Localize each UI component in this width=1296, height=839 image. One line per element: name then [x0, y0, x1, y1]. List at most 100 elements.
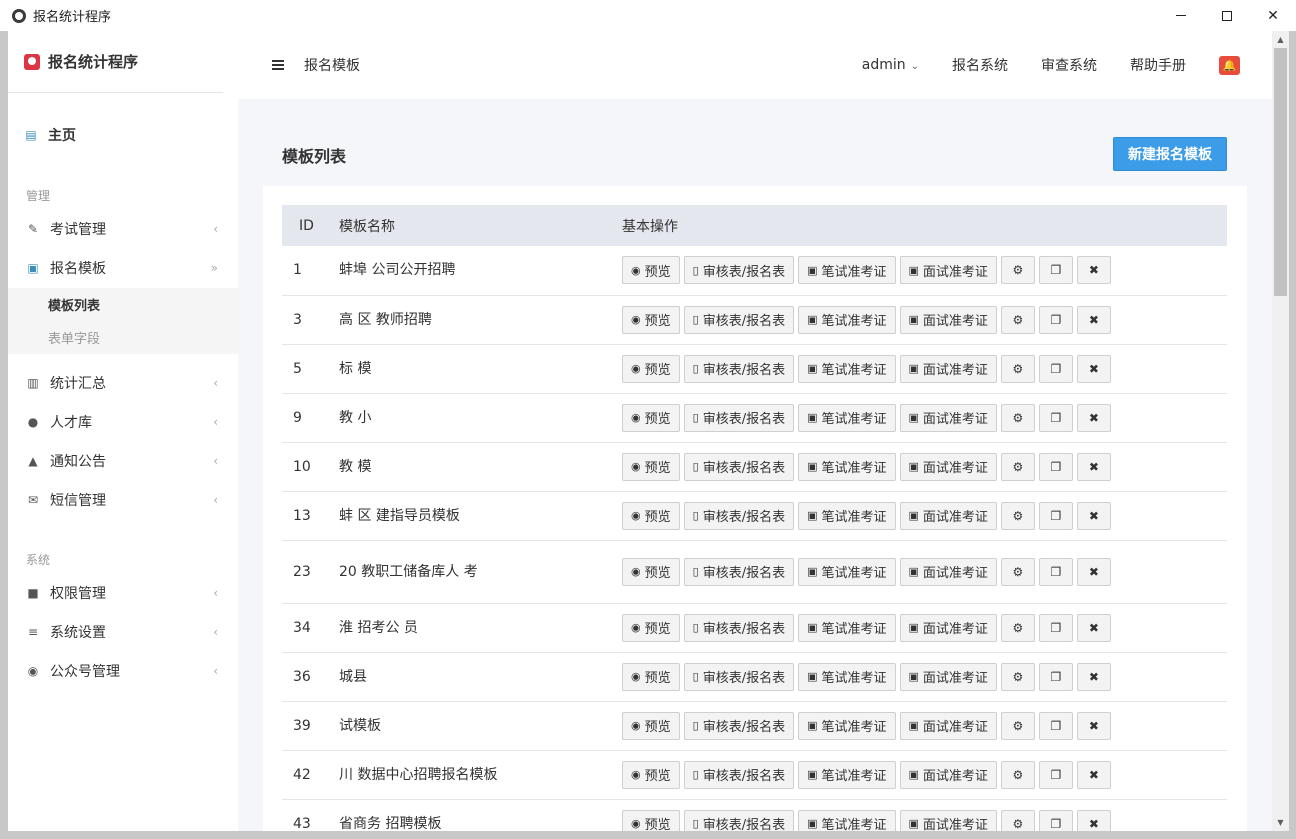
- settings-button[interactable]: ⚙: [1000, 305, 1035, 334]
- settings-button[interactable]: ⚙: [1000, 711, 1035, 740]
- copy-button[interactable]: ❐: [1038, 354, 1073, 383]
- interview-ticket-button[interactable]: ▣ 面试准考证: [899, 662, 997, 691]
- delete-button[interactable]: ✖: [1076, 557, 1111, 586]
- preview-button[interactable]: ◉ 预览: [622, 256, 680, 285]
- copy-button[interactable]: ❐: [1038, 809, 1073, 831]
- delete-button[interactable]: ✖: [1076, 354, 1111, 383]
- user-menu[interactable]: admin ⌄: [862, 57, 919, 73]
- preview-button[interactable]: ◉ 预览: [622, 501, 680, 530]
- delete-button[interactable]: ✖: [1076, 760, 1111, 789]
- preview-button[interactable]: ◉ 预览: [622, 662, 680, 691]
- vertical-scrollbar[interactable]: ▲ ▼: [1272, 31, 1289, 831]
- copy-button[interactable]: ❐: [1038, 557, 1073, 586]
- hamburger-menu-icon[interactable]: [272, 60, 284, 70]
- delete-button[interactable]: ✖: [1076, 662, 1111, 691]
- written-ticket-button[interactable]: ▣ 笔试准考证: [798, 305, 896, 334]
- delete-button[interactable]: ✖: [1076, 809, 1111, 831]
- interview-ticket-button[interactable]: ▣ 面试准考证: [899, 403, 997, 432]
- settings-button[interactable]: ⚙: [1000, 501, 1035, 530]
- audit-form-button[interactable]: ▯ 审核表/报名表: [683, 305, 795, 334]
- sidebar-item-sms[interactable]: ✉ 短信管理 ‹: [8, 480, 238, 519]
- scrollbar-thumb[interactable]: [1274, 48, 1287, 296]
- sidebar-item-wechat[interactable]: ◉ 公众号管理 ‹: [8, 651, 238, 690]
- preview-button[interactable]: ◉ 预览: [622, 452, 680, 481]
- settings-button[interactable]: ⚙: [1000, 452, 1035, 481]
- interview-ticket-button[interactable]: ▣ 面试准考证: [899, 711, 997, 740]
- written-ticket-button[interactable]: ▣ 笔试准考证: [798, 760, 896, 789]
- sidebar-item-permission[interactable]: ■ 权限管理 ‹: [8, 573, 238, 612]
- audit-form-button[interactable]: ▯ 审核表/报名表: [683, 662, 795, 691]
- settings-button[interactable]: ⚙: [1000, 613, 1035, 642]
- preview-button[interactable]: ◉ 预览: [622, 613, 680, 642]
- copy-button[interactable]: ❐: [1038, 452, 1073, 481]
- copy-button[interactable]: ❐: [1038, 403, 1073, 432]
- audit-form-button[interactable]: ▯ 审核表/报名表: [683, 452, 795, 481]
- sidebar-item-settings[interactable]: ≡ 系统设置 ‹: [8, 612, 238, 651]
- delete-button[interactable]: ✖: [1076, 613, 1111, 642]
- copy-button[interactable]: ❐: [1038, 760, 1073, 789]
- sidebar-item-exam[interactable]: ✎ 考试管理 ‹: [8, 209, 238, 248]
- audit-form-button[interactable]: ▯ 审核表/报名表: [683, 613, 795, 642]
- written-ticket-button[interactable]: ▣ 笔试准考证: [798, 403, 896, 432]
- written-ticket-button[interactable]: ▣ 笔试准考证: [798, 354, 896, 383]
- sidebar-subitem-template-list[interactable]: 模板列表: [8, 288, 238, 321]
- sidebar-item-template[interactable]: ▣ 报名模板 »: [8, 248, 238, 287]
- notification-bell-icon[interactable]: 🔔: [1219, 55, 1240, 75]
- settings-button[interactable]: ⚙: [1000, 403, 1035, 432]
- settings-button[interactable]: ⚙: [1000, 256, 1035, 285]
- link-signup-system[interactable]: 报名系统: [952, 55, 1008, 75]
- interview-ticket-button[interactable]: ▣ 面试准考证: [899, 809, 997, 831]
- copy-button[interactable]: ❐: [1038, 662, 1073, 691]
- maximize-button[interactable]: [1204, 0, 1250, 31]
- sidebar-subitem-form-fields[interactable]: 表单字段: [8, 321, 238, 354]
- written-ticket-button[interactable]: ▣ 笔试准考证: [798, 662, 896, 691]
- delete-button[interactable]: ✖: [1076, 501, 1111, 530]
- audit-form-button[interactable]: ▯ 审核表/报名表: [683, 557, 795, 586]
- audit-form-button[interactable]: ▯ 审核表/报名表: [683, 711, 795, 740]
- interview-ticket-button[interactable]: ▣ 面试准考证: [899, 501, 997, 530]
- settings-button[interactable]: ⚙: [1000, 809, 1035, 831]
- audit-form-button[interactable]: ▯ 审核表/报名表: [683, 354, 795, 383]
- delete-button[interactable]: ✖: [1076, 256, 1111, 285]
- sidebar-item-stats[interactable]: ▥ 统计汇总 ‹: [8, 363, 238, 402]
- interview-ticket-button[interactable]: ▣ 面试准考证: [899, 557, 997, 586]
- written-ticket-button[interactable]: ▣ 笔试准考证: [798, 452, 896, 481]
- preview-button[interactable]: ◉ 预览: [622, 354, 680, 383]
- audit-form-button[interactable]: ▯ 审核表/报名表: [683, 256, 795, 285]
- link-review-system[interactable]: 审查系统: [1041, 55, 1097, 75]
- settings-button[interactable]: ⚙: [1000, 354, 1035, 383]
- minimize-button[interactable]: [1158, 0, 1204, 31]
- delete-button[interactable]: ✖: [1076, 403, 1111, 432]
- interview-ticket-button[interactable]: ▣ 面试准考证: [899, 354, 997, 383]
- preview-button[interactable]: ◉ 预览: [622, 403, 680, 432]
- brand[interactable]: 报名统计程序: [8, 31, 223, 93]
- close-window-button[interactable]: ✕: [1250, 0, 1296, 31]
- delete-button[interactable]: ✖: [1076, 452, 1111, 481]
- copy-button[interactable]: ❐: [1038, 256, 1073, 285]
- interview-ticket-button[interactable]: ▣ 面试准考证: [899, 613, 997, 642]
- written-ticket-button[interactable]: ▣ 笔试准考证: [798, 809, 896, 831]
- interview-ticket-button[interactable]: ▣ 面试准考证: [899, 452, 997, 481]
- written-ticket-button[interactable]: ▣ 笔试准考证: [798, 501, 896, 530]
- audit-form-button[interactable]: ▯ 审核表/报名表: [683, 501, 795, 530]
- preview-button[interactable]: ◉ 预览: [622, 557, 680, 586]
- settings-button[interactable]: ⚙: [1000, 662, 1035, 691]
- new-template-button[interactable]: 新建报名模板: [1113, 137, 1227, 171]
- sidebar-item-notice[interactable]: ▲ 通知公告 ‹: [8, 441, 238, 480]
- delete-button[interactable]: ✖: [1076, 711, 1111, 740]
- copy-button[interactable]: ❐: [1038, 305, 1073, 334]
- written-ticket-button[interactable]: ▣ 笔试准考证: [798, 711, 896, 740]
- copy-button[interactable]: ❐: [1038, 613, 1073, 642]
- audit-form-button[interactable]: ▯ 审核表/报名表: [683, 403, 795, 432]
- interview-ticket-button[interactable]: ▣ 面试准考证: [899, 760, 997, 789]
- audit-form-button[interactable]: ▯ 审核表/报名表: [683, 809, 795, 831]
- audit-form-button[interactable]: ▯ 审核表/报名表: [683, 760, 795, 789]
- sidebar-item-talent[interactable]: ● 人才库 ‹: [8, 402, 238, 441]
- copy-button[interactable]: ❐: [1038, 501, 1073, 530]
- scroll-down-arrow-icon[interactable]: ▼: [1272, 814, 1289, 831]
- copy-button[interactable]: ❐: [1038, 711, 1073, 740]
- delete-button[interactable]: ✖: [1076, 305, 1111, 334]
- interview-ticket-button[interactable]: ▣ 面试准考证: [899, 256, 997, 285]
- preview-button[interactable]: ◉ 预览: [622, 305, 680, 334]
- interview-ticket-button[interactable]: ▣ 面试准考证: [899, 305, 997, 334]
